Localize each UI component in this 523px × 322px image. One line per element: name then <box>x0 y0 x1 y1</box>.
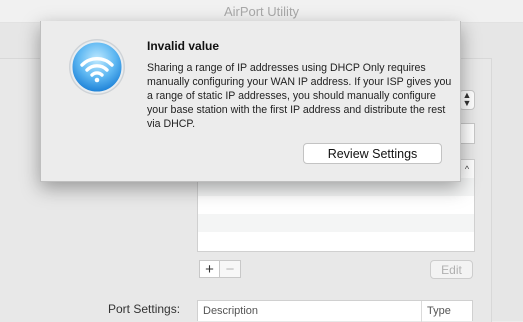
alert-sheet: Invalid value Sharing a range of IP addr… <box>40 21 461 182</box>
text-field[interactable] <box>459 123 475 144</box>
list-row[interactable] <box>198 214 474 232</box>
port-settings-table[interactable]: Description Type <box>197 300 473 322</box>
port-settings-label: Port Settings: <box>108 302 181 316</box>
review-settings-button[interactable]: Review Settings <box>303 143 442 164</box>
sort-chevron-up-icon[interactable]: ^ <box>459 160 474 178</box>
column-header-description[interactable]: Description <box>203 305 258 317</box>
list-row[interactable] <box>198 232 474 250</box>
airport-utility-wifi-icon <box>68 38 126 96</box>
list-row[interactable] <box>198 196 474 214</box>
alert-message: Sharing a range of IP addresses using DH… <box>147 62 452 130</box>
alert-title: Invalid value <box>147 39 220 53</box>
add-button[interactable]: + <box>199 260 220 278</box>
popup-stepper[interactable]: ▲ ▼ <box>459 90 475 110</box>
add-remove-control: + − <box>199 260 241 278</box>
edit-button[interactable]: Edit <box>430 260 473 279</box>
column-header-type[interactable]: Type <box>421 301 451 322</box>
window-title: AirPort Utility <box>223 4 300 19</box>
remove-button[interactable]: − <box>220 260 241 278</box>
title-bar: AirPort Utility <box>0 0 523 23</box>
